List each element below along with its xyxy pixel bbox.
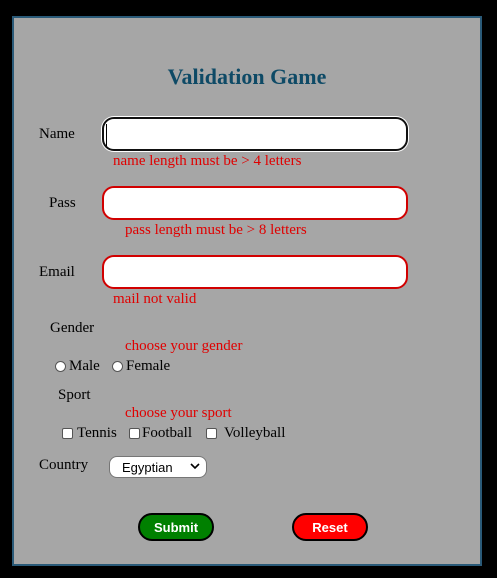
submit-button[interactable]: Submit [138,513,214,541]
reset-button[interactable]: Reset [292,513,368,541]
sport-label: Sport [58,387,91,403]
email-label: Email [39,264,75,280]
volleyball-label: Volleyball [224,425,286,441]
football-checkbox[interactable] [129,428,140,439]
chevron-down-icon [190,463,200,470]
sport-option-volleyball[interactable]: Volleyball [206,425,285,442]
name-input[interactable] [102,117,408,151]
pass-input[interactable] [102,186,408,220]
email-error: mail not valid [113,291,197,307]
tennis-label: Tennis [77,425,117,441]
female-radio[interactable] [112,361,123,372]
football-label: Football [142,425,193,441]
name-error: name length must be > 4 letters [113,153,302,169]
male-label: Male [69,358,100,374]
pass-label: Pass [49,195,76,211]
tennis-checkbox[interactable] [62,428,73,439]
form-panel: Validation Game Name name length must be… [12,16,482,566]
gender-error: choose your gender [125,338,243,354]
gender-option-female[interactable]: Female [112,358,170,375]
volleyball-checkbox[interactable] [206,428,217,439]
country-select[interactable]: Egyptian [109,456,207,478]
gender-option-male[interactable]: Male [55,358,100,375]
country-label: Country [39,457,89,473]
female-label: Female [126,358,171,374]
sport-option-tennis[interactable]: Tennis [62,425,117,442]
text-caret [106,124,107,146]
male-radio[interactable] [55,361,66,372]
name-label: Name [39,126,75,142]
email-input[interactable] [102,255,408,289]
sport-option-football[interactable]: Football [129,425,192,442]
sport-error: choose your sport [125,405,232,421]
pass-error: pass length must be > 8 letters [125,222,307,238]
country-selected-value: Egyptian [122,459,173,475]
gender-label: Gender [50,320,95,336]
page-title: Validation Game [167,64,327,89]
